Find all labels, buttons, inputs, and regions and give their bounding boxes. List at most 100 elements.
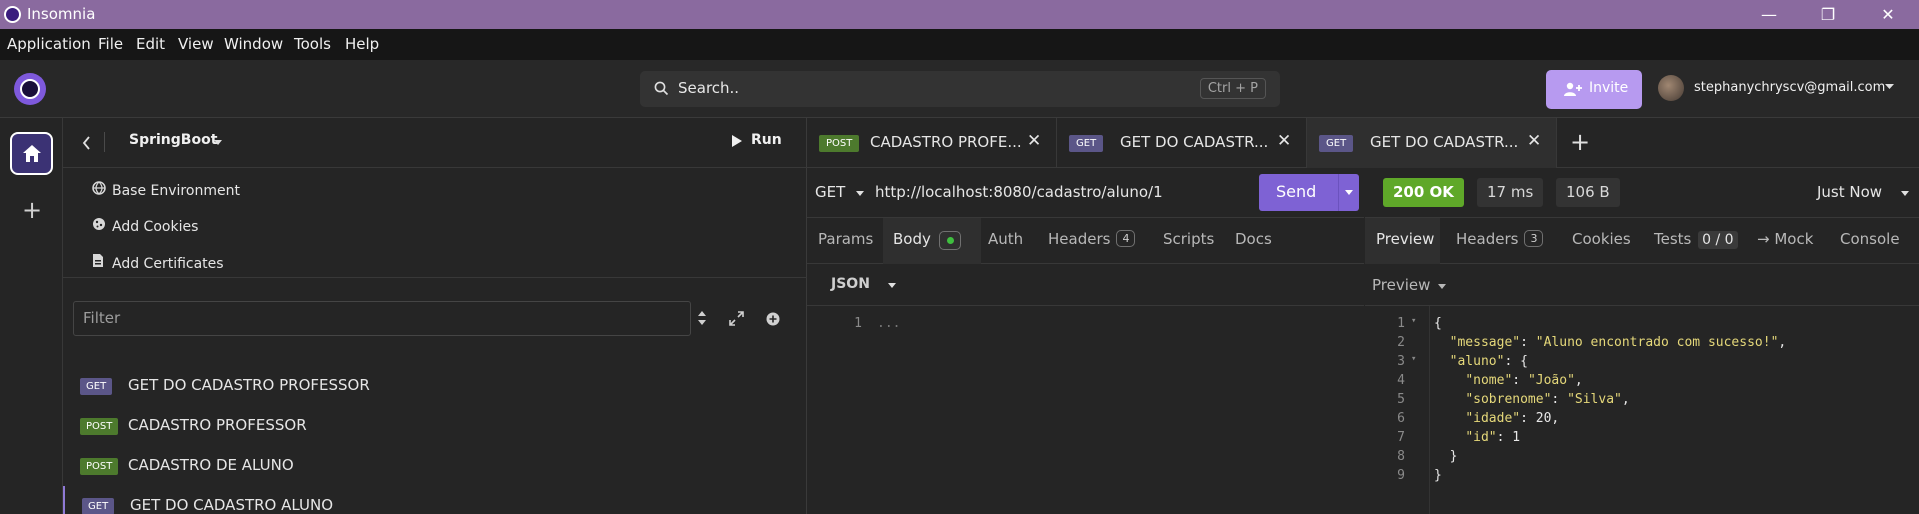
tab-params[interactable]: Params	[818, 230, 873, 248]
close-window-button[interactable]: ✕	[1868, 2, 1908, 27]
tab-response-headers[interactable]: Headers 3	[1456, 230, 1544, 248]
chevron-down-icon[interactable]	[1900, 190, 1910, 197]
menu-view[interactable]: View	[178, 35, 214, 53]
chevron-down-icon[interactable]	[1344, 189, 1354, 196]
json-id-value: 1	[1512, 430, 1521, 445]
add-project-plus-icon[interactable]: +	[22, 196, 42, 224]
menu-edit[interactable]: Edit	[136, 35, 165, 53]
tab-tests[interactable]: Tests 0 / 0	[1654, 230, 1738, 249]
expand-icon[interactable]	[729, 311, 744, 326]
gutter-divider	[1429, 306, 1430, 514]
add-user-icon	[1564, 82, 1582, 96]
tab-console[interactable]: Console	[1840, 230, 1900, 248]
home-icon	[23, 145, 41, 162]
close-icon[interactable]: ✕	[1277, 131, 1291, 151]
request-name: CADASTRO PROFESSOR	[128, 416, 307, 434]
add-cookies-item[interactable]: Add Cookies	[92, 217, 198, 235]
tab-cookies[interactable]: Cookies	[1572, 230, 1631, 248]
send-button[interactable]: Send	[1259, 174, 1359, 211]
request-item[interactable]: GET GET DO CADASTRO PROFESSOR	[63, 366, 807, 406]
add-request-icon[interactable]	[766, 312, 780, 326]
menu-file[interactable]: File	[98, 35, 123, 53]
body-type-bar: JSON	[807, 264, 1364, 306]
request-body-editor[interactable]: 1 ...	[807, 316, 1364, 336]
headers-count: 4	[1116, 230, 1136, 247]
tab-headers-label: Headers	[1048, 230, 1111, 248]
search-bar[interactable]: Search.. Ctrl + P	[640, 71, 1280, 107]
tab-body-label: Body	[893, 230, 931, 248]
divider	[104, 132, 105, 152]
method-select[interactable]: GET	[815, 183, 845, 201]
tab-auth[interactable]: Auth	[988, 230, 1023, 248]
request-section-tabs: Params Body Auth Headers 4 Scripts Docs	[807, 218, 1364, 264]
new-tab-plus-icon[interactable]: +	[1570, 128, 1590, 156]
tab-get-cadastro-aluno[interactable]: GET GET DO CADASTR... ✕	[1307, 118, 1557, 168]
tab-get-cadastro-professor[interactable]: GET GET DO CADASTR... ✕	[1057, 118, 1307, 168]
add-certificates-item[interactable]: Add Certificates	[92, 253, 224, 272]
tab-cadastro-professor[interactable]: POST CADASTRO PROFE... ✕	[807, 118, 1057, 168]
chevron-down-icon[interactable]	[855, 190, 865, 197]
menu-application[interactable]: Application	[7, 35, 91, 53]
request-item-active[interactable]: GET GET DO CADASTRO ALUNO	[63, 486, 807, 514]
tab-body[interactable]: Body	[883, 218, 981, 264]
menu-tools[interactable]: Tools	[294, 35, 331, 53]
method-badge: GET	[80, 378, 113, 395]
divider	[1338, 174, 1339, 211]
method-badge: POST	[80, 418, 119, 435]
search-placeholder: Search..	[678, 79, 740, 97]
chevron-down-icon[interactable]	[887, 282, 897, 289]
project-name[interactable]: SpringBoot	[129, 132, 217, 148]
close-icon[interactable]: ✕	[1527, 131, 1541, 151]
method-badge: POST	[80, 458, 119, 475]
request-item[interactable]: POST CADASTRO PROFESSOR	[63, 406, 807, 446]
response-history[interactable]: Just Now	[1817, 183, 1882, 201]
request-item[interactable]: POST CADASTRO DE ALUNO	[63, 446, 807, 486]
body-type-select[interactable]: JSON	[831, 276, 870, 292]
response-json-viewer[interactable]: 1 ▾ { 2 "message": "Aluno encontrado com …	[1365, 306, 1919, 514]
environment-section: Base Environment Add Cookies Add Certifi…	[63, 168, 807, 278]
play-icon[interactable]	[731, 134, 743, 148]
method-badge: GET	[82, 498, 115, 514]
tab-label: CADASTRO PROFE...	[870, 133, 1022, 151]
json-message-value: Aluno encontrado com sucesso!	[1543, 335, 1771, 350]
menu-help[interactable]: Help	[345, 35, 379, 53]
search-shortcut: Ctrl + P	[1199, 78, 1266, 99]
home-button[interactable]	[10, 132, 53, 175]
chevron-down-icon[interactable]	[1437, 283, 1447, 290]
chevron-down-icon[interactable]	[1884, 83, 1895, 91]
tab-mock[interactable]: → Mock	[1757, 230, 1813, 248]
window-title: Insomnia	[27, 5, 96, 23]
menu-window[interactable]: Window	[224, 35, 283, 53]
send-label: Send	[1276, 182, 1317, 201]
body-status-badge	[939, 231, 961, 250]
line-number: 1	[854, 316, 862, 331]
close-icon[interactable]: ✕	[1027, 131, 1041, 151]
sort-icon[interactable]	[697, 310, 707, 326]
sidebar-header: SpringBoot Run	[63, 118, 807, 168]
sidebar: SpringBoot Run Base Environment Add Cook…	[63, 118, 807, 514]
filter-input[interactable]: Filter	[73, 301, 691, 336]
preview-mode-select[interactable]: Preview	[1372, 276, 1430, 294]
add-cookies-label: Add Cookies	[112, 219, 199, 235]
json-nome-value: João	[1535, 373, 1568, 388]
tab-preview[interactable]: Preview	[1365, 218, 1440, 264]
run-button[interactable]: Run	[751, 132, 782, 148]
response-status-bar: 200 OK 17 ms 106 B Just Now	[1365, 168, 1919, 218]
certificate-icon	[92, 253, 112, 272]
invite-button[interactable]: Invite	[1546, 70, 1642, 109]
chevron-down-icon[interactable]	[213, 139, 223, 146]
minimize-button[interactable]: —	[1749, 2, 1789, 27]
url-input[interactable]: http://localhost:8080/cadastro/aluno/1	[875, 183, 1163, 201]
tab-headers[interactable]: Headers 4	[1048, 230, 1136, 248]
back-chevron-icon[interactable]	[82, 136, 91, 150]
maximize-button[interactable]: ❐	[1808, 2, 1848, 27]
green-dot-icon	[947, 237, 954, 244]
user-email[interactable]: stephanychryscv@gmail.com	[1694, 80, 1885, 95]
tab-scripts[interactable]: Scripts	[1163, 230, 1214, 248]
preview-mode-bar: Preview	[1365, 264, 1919, 306]
base-environment-item[interactable]: Base Environment	[92, 181, 240, 199]
search-icon	[654, 81, 669, 96]
insomnia-logo[interactable]	[14, 73, 46, 105]
avatar[interactable]	[1658, 75, 1684, 101]
tab-docs[interactable]: Docs	[1235, 230, 1272, 248]
